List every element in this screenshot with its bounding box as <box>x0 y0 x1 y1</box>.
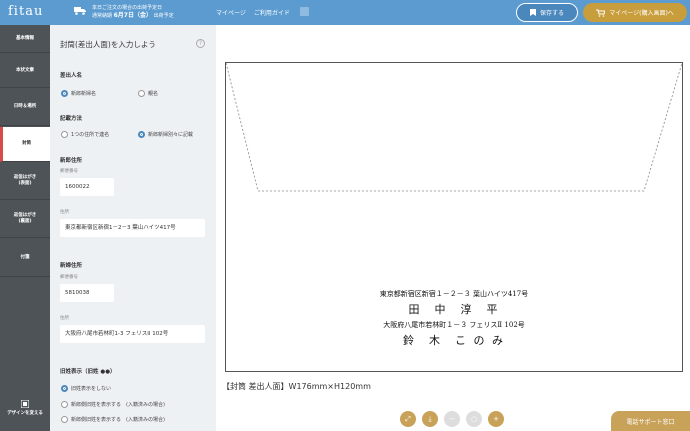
sidebar-item-label: 封筒 <box>22 141 31 146</box>
radio-label: 新郎側旧姓を表示する (入籍済みの場合) <box>71 417 165 423</box>
sidebar-item-reply-card-back[interactable]: 返信はがき (裏面) <box>0 201 50 238</box>
zoom-in-icon[interactable]: + <box>488 411 504 427</box>
zoom-out-icon[interactable]: − <box>444 411 460 427</box>
radio-unselected-icon <box>61 131 68 138</box>
phone-support-button[interactable]: 電話サポート窓口 <box>611 411 690 431</box>
sidebar-item-main-text[interactable]: 本状文章 <box>0 54 50 88</box>
shipping-info: 本日ご注文の場合の出荷予定日 通常納期 6月7日（金） 出荷予定 <box>92 4 174 20</box>
sidebar-item-reply-card-front[interactable]: 返信はがき (表面) <box>0 163 50 200</box>
preview-name-2: 鈴 木 こ の み <box>403 334 505 347</box>
ship-date: 6月7日（金） <box>113 12 152 19</box>
header: fitau 本日ご注文の場合の出荷予定日 通常納期 6月7日（金） 出荷予定 マ… <box>0 0 690 25</box>
radio-old-name-groom-2[interactable]: 新郎側旧姓を表示する (入籍済みの場合) <box>61 416 165 423</box>
radio-unselected-icon <box>61 416 68 423</box>
old-name-heading: 旧姓表示（旧姓 ●●） <box>60 369 116 375</box>
sidebar-item-label: 基本情報 <box>16 35 34 41</box>
ship-suffix: 出荷予定 <box>153 13 174 19</box>
method-heading: 記載方法 <box>60 116 83 122</box>
form-panel: 封筒(差出人面)を入力しよう ? 差出人名 新郎新婦名 親名 記載方法 1つの住… <box>50 25 216 431</box>
change-design-button[interactable]: デザインを変える <box>0 400 50 416</box>
truck-icon <box>74 7 86 15</box>
envelope-size-label: 【封筒 差出人面】W176mm×H120mm <box>222 382 371 391</box>
mypage-button-label: マイページ(購入画面)へ <box>609 10 674 17</box>
sidebar-item-basic-info[interactable]: 基本情報 <box>0 25 50 53</box>
header-nav: マイページ ご利用ガイド <box>216 8 290 17</box>
preview-address-1: 東京都新宿区新宿１－２－３ 葉山ハイツ417号 <box>379 290 529 298</box>
nav-mypage-link[interactable]: マイページ <box>216 8 246 17</box>
ship-prefix: 通常納期 <box>92 13 113 19</box>
envelope-flap <box>226 63 683 192</box>
sidebar-item-label: 返信はがき (裏面) <box>13 213 37 224</box>
envelope-preview: 東京都新宿区新宿１－２－３ 葉山ハイツ417号 田 中 淳 平 大阪府八尾市若林… <box>225 62 683 372</box>
bookmark-icon <box>529 9 536 16</box>
radio-unselected-icon <box>61 401 68 408</box>
sidebar-item-label: 付箋 <box>20 254 30 260</box>
radio-selected-icon <box>138 131 145 138</box>
groom-address-label: 住所 <box>60 210 69 215</box>
sidebar: 基本情報 本状文章 日時＆場所 封筒 返信はがき (表面) 返信はがき (裏面)… <box>0 25 50 431</box>
preview-name-1: 田 中 淳 平 <box>408 303 500 316</box>
radio-old-name-groom[interactable]: 新郎側旧姓を表示する (入籍済みの場合) <box>61 401 165 408</box>
sender-name-heading: 差出人名 <box>60 73 83 79</box>
design-icon <box>21 400 29 408</box>
nav-guide-link[interactable]: ご利用ガイド <box>254 8 290 17</box>
radio-label: 親名 <box>148 91 159 97</box>
bride-address-label: 住所 <box>60 316 69 321</box>
bride-address-heading: 新婦住所 <box>60 263 83 269</box>
groom-address-input[interactable]: 東京都新宿区新宿1－2－3 葉山ハイツ417号 <box>60 219 205 237</box>
radio-old-name-none[interactable]: 旧姓表示をしない <box>61 385 111 392</box>
save-button-label: 保存する <box>539 10 564 17</box>
logo: fitau <box>8 4 44 19</box>
guide-checkbox[interactable] <box>300 7 309 16</box>
radio-label: 1つの住所で連名 <box>71 132 110 138</box>
radio-label: 新郎側旧姓を表示する (入籍済みの場合) <box>71 402 165 408</box>
save-button[interactable]: 保存する <box>516 3 578 22</box>
page-title: 封筒(差出人面)を入力しよう <box>60 40 156 49</box>
sidebar-item-label: 返信はがき (表面) <box>13 175 37 186</box>
change-design-label: デザインを変える <box>7 411 43 416</box>
radio-label: 旧姓表示をしない <box>71 386 112 392</box>
help-icon[interactable]: ? <box>196 39 205 48</box>
groom-postal-input[interactable]: 1600022 <box>60 178 114 196</box>
radio-selected-icon <box>61 90 68 97</box>
bride-address-input[interactable]: 大阪府八尾市若林町1-3 フェリスII 102号 <box>60 325 205 343</box>
radio-label: 新郎新婦名 <box>71 91 97 97</box>
sidebar-item-envelope[interactable]: 封筒 <box>0 127 50 162</box>
radio-unselected-icon <box>138 90 145 97</box>
groom-address-heading: 新郎住所 <box>60 158 83 164</box>
radio-sender-couple[interactable]: 新郎新婦名 <box>61 90 96 97</box>
radio-method-joint[interactable]: 1つの住所で連名 <box>61 131 109 138</box>
preview-area: 東京都新宿区新宿１－２－３ 葉山ハイツ417号 田 中 淳 平 大阪府八尾市若林… <box>216 25 690 431</box>
radio-label: 新郎新婦別々に記載 <box>148 132 194 138</box>
sidebar-item-label: 日時＆場所 <box>13 104 37 109</box>
bride-postal-input[interactable]: 5810038 <box>60 284 114 302</box>
preview-toolbar: ⤢ ⤓ − ○ + <box>400 411 504 427</box>
sidebar-item-label: 本状文章 <box>16 67 34 73</box>
cart-icon <box>596 9 606 17</box>
sidebar-item-datetime-place[interactable]: 日時＆場所 <box>0 89 50 126</box>
preview-address-2: 大阪府八尾市若林町１－３ フェリスⅡ 102号 <box>383 321 525 329</box>
bride-postal-label: 郵便番号 <box>60 275 78 280</box>
fullscreen-icon[interactable]: ⤢ <box>400 411 416 427</box>
zoom-reset-icon[interactable]: ○ <box>466 411 482 427</box>
sidebar-item-sticky-note[interactable]: 付箋 <box>0 239 50 277</box>
radio-sender-parents[interactable]: 親名 <box>138 90 158 97</box>
ship-line1: 本日ご注文の場合の出荷予定日 <box>92 5 163 11</box>
mypage-button[interactable]: マイページ(購入画面)へ <box>583 3 687 22</box>
download-icon[interactable]: ⤓ <box>422 411 438 427</box>
radio-method-separate[interactable]: 新郎新婦別々に記載 <box>138 131 193 138</box>
groom-postal-label: 郵便番号 <box>60 169 78 174</box>
radio-selected-icon <box>61 385 68 392</box>
